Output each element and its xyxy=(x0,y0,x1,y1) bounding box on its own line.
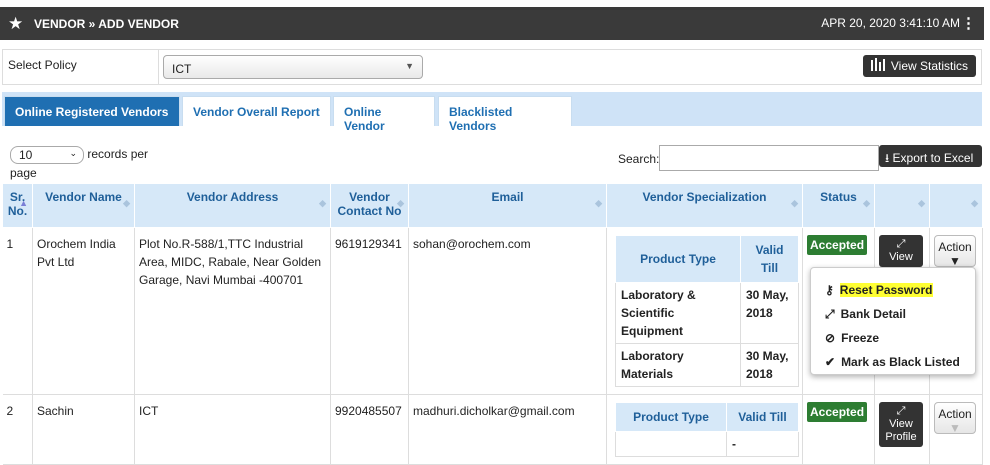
action-dropdown-menu: ⚷ Reset Password ⤢ Bank Detail ⊘ Freeze ✔ Ma… xyxy=(810,267,976,375)
contact-cell: 9619129341 xyxy=(330,227,409,395)
action-button[interactable]: Action ▼ xyxy=(934,235,976,268)
status-cell: Accepted xyxy=(802,394,875,465)
divider xyxy=(158,50,159,84)
specialization-cell: Product Type Valid Till Laboratory & Scie… xyxy=(606,227,803,395)
status-badge: Accepted xyxy=(807,235,868,255)
product-type-cell xyxy=(615,431,727,457)
page-label: page xyxy=(10,166,37,180)
sort-icon: ▲ xyxy=(19,198,28,208)
specialization-table: Product Type Valid Till - xyxy=(615,402,799,457)
records-per-label: records per xyxy=(87,147,149,162)
view-statistics-button[interactable]: View Statistics xyxy=(862,55,976,77)
table-row: 2 Sachin ICT 9920485507 madhuri.dicholka… xyxy=(2,394,983,465)
tab-blacklisted-vendors[interactable]: Blacklisted Vendors xyxy=(438,96,572,133)
sort-icon: ◆ xyxy=(791,198,798,208)
col-vendor-name[interactable]: Vendor Name ◆ xyxy=(32,183,135,228)
col-vendor-address[interactable]: Vendor Address ◆ xyxy=(134,183,331,228)
email-cell: madhuri.dicholkar@gmail.com xyxy=(408,394,607,465)
download-icon: ⭳ xyxy=(885,151,890,165)
contact-cell: 9920485507 xyxy=(330,394,409,465)
star-icon[interactable]: ★ xyxy=(8,14,28,34)
caret-down-icon: ▼ xyxy=(949,254,961,268)
sort-icon: ◆ xyxy=(863,198,870,208)
tab-online-registered-vendors[interactable]: Online Registered Vendors xyxy=(4,96,180,126)
col-sr-no[interactable]: Sr. No. ▲ xyxy=(2,183,33,228)
view-statistics-label: View Statistics xyxy=(890,59,968,73)
view-cell: ⤢ View Profile xyxy=(874,394,930,465)
page-length-select[interactable]: 10 ⌄ xyxy=(10,146,84,164)
page-title: VENDOR » ADD VENDOR xyxy=(34,16,179,31)
sr-cell: 1 xyxy=(2,227,33,395)
product-type-cell: Laboratory Materials xyxy=(615,343,741,387)
records-per-page: 10 ⌄ records per page xyxy=(10,146,148,182)
expand-icon: ⤢ xyxy=(825,306,835,321)
datetime: APR 20, 2020 3:41:10 AM xyxy=(821,16,960,30)
view-profile-button[interactable]: ⤢ View xyxy=(879,235,923,267)
menu-item-reset-password[interactable]: ⚷ Reset Password xyxy=(825,278,975,302)
expand-icon: ⤢ xyxy=(896,405,906,417)
check-circle-icon: ✔ xyxy=(825,355,836,369)
product-type-cell: Laboratory & Scientific Equipment xyxy=(615,282,741,344)
sort-icon: ◆ xyxy=(971,198,978,208)
freeze-icon: ⊘ xyxy=(825,331,836,345)
action-button[interactable]: Action ▼ xyxy=(934,402,976,435)
export-to-excel-button[interactable]: ⭳ Export to Excel xyxy=(879,145,982,167)
page-length-value: 10 xyxy=(19,148,33,162)
policy-select-value: ICT xyxy=(172,62,192,76)
chevron-down-icon: ▼ xyxy=(405,61,414,71)
policy-label: Select Policy xyxy=(8,58,77,72)
product-type-header: Product Type xyxy=(615,235,741,283)
status-badge: Accepted xyxy=(807,402,868,422)
vendor-address-cell: ICT xyxy=(134,394,331,465)
specialization-cell: Product Type Valid Till - xyxy=(606,394,803,465)
col-view[interactable]: ◆ xyxy=(874,183,930,228)
menu-item-mark-black-listed[interactable]: ✔ Mark as Black Listed xyxy=(825,350,975,374)
valid-till-cell: 30 May, 2018 xyxy=(740,343,799,387)
sort-icon: ◆ xyxy=(918,198,925,208)
tab-vendor-overall-report[interactable]: Vendor Overall Report xyxy=(182,96,331,126)
vendor-name-cell: Sachin xyxy=(32,394,135,465)
valid-till-header: Valid Till xyxy=(740,235,799,283)
search-label: Search: xyxy=(618,152,660,166)
policy-bar: Select Policy ICT ▼ View Statistics xyxy=(2,49,982,85)
expand-icon: ⤢ xyxy=(896,238,906,250)
action-cell: Action ▼ xyxy=(929,394,983,465)
vendor-address-cell: Plot No.R-588/1,TTC Industrial Area, MID… xyxy=(134,227,331,395)
col-vendor-specialization[interactable]: Vendor Specialization ◆ xyxy=(606,183,803,228)
col-action[interactable]: ◆ xyxy=(929,183,983,228)
menu-item-bank-detail[interactable]: ⤢ Bank Detail xyxy=(825,302,975,326)
export-label: Export to Excel xyxy=(892,151,974,165)
sort-icon: ◆ xyxy=(595,198,602,208)
tab-bar: Online Registered Vendors Vendor Overall… xyxy=(2,92,982,133)
menu-item-freeze[interactable]: ⊘ Freeze xyxy=(825,326,975,350)
kebab-menu-icon[interactable]: ⋮ xyxy=(961,14,976,32)
col-email[interactable]: Email ◆ xyxy=(408,183,607,228)
specialization-table: Product Type Valid Till Laboratory & Scie… xyxy=(615,235,799,387)
key-icon: ⚷ xyxy=(825,283,834,297)
valid-till-header: Valid Till xyxy=(726,402,799,432)
valid-till-cell: 30 May, 2018 xyxy=(740,282,799,344)
product-type-header: Product Type xyxy=(615,402,727,432)
chevron-down-icon: ⌄ xyxy=(69,148,77,158)
valid-till-cell: - xyxy=(726,431,799,457)
bar-chart-icon xyxy=(870,58,885,74)
sort-icon: ◆ xyxy=(319,198,326,208)
email-cell: sohan@orochem.com xyxy=(408,227,607,395)
col-vendor-contact[interactable]: Vendor Contact No ◆ xyxy=(330,183,409,228)
tab-online-vendor[interactable]: Online Vendor xyxy=(333,96,435,133)
sort-icon: ◆ xyxy=(123,198,130,208)
vendor-name-cell: Orochem India Pvt Ltd xyxy=(32,227,135,395)
search-input[interactable] xyxy=(659,145,879,171)
sr-cell: 2 xyxy=(2,394,33,465)
sort-icon: ◆ xyxy=(397,198,404,208)
caret-down-icon: ▼ xyxy=(949,421,961,435)
policy-select[interactable]: ICT ▼ xyxy=(163,55,423,79)
view-profile-button[interactable]: ⤢ View Profile xyxy=(879,402,923,447)
col-status[interactable]: Status ◆ xyxy=(802,183,875,228)
top-bar: ★ VENDOR » ADD VENDOR APR 20, 2020 3:41:… xyxy=(0,7,984,40)
